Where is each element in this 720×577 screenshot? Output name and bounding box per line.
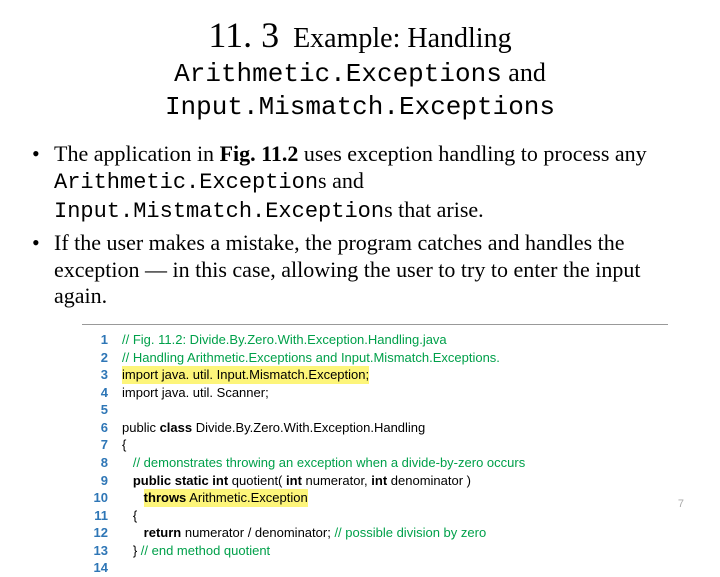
code-line: 7{ [82, 436, 668, 454]
code-line: 9 public static int quotient( int numera… [82, 472, 668, 490]
code-line: 3import java. util. Input.Mismatch.Excep… [82, 366, 668, 384]
figure-ref: Fig. 11.2 [220, 141, 299, 166]
code-line: 14 [82, 559, 668, 577]
slide-title: 11. 3 Example: Handling Arithmetic.Excep… [22, 14, 698, 123]
code-line: 8 // demonstrates throwing an exception … [82, 454, 668, 472]
title-code-line-2: Input.Mismatch.Exceptions [22, 91, 698, 124]
code-line: 13 } // end method quotient [82, 542, 668, 560]
code-line: 1// Fig. 11.2: Divide.By.Zero.With.Excep… [82, 331, 668, 349]
page-number: 7 [678, 498, 684, 510]
code-line: 4import java. util. Scanner; [82, 384, 668, 402]
code-line: 11 { [82, 507, 668, 525]
bullet-list: The application in Fig. 11.2 uses except… [30, 141, 698, 310]
code-line: 12 return numerator / denominator; // po… [82, 524, 668, 542]
code-figure: 1// Fig. 11.2: Divide.By.Zero.With.Excep… [82, 324, 668, 577]
code-line: 2// Handling Arithmetic.Exceptions and I… [82, 349, 668, 367]
bullet-1: The application in Fig. 11.2 uses except… [30, 141, 698, 225]
bullet-2: If the user makes a mistake, the program… [30, 230, 698, 310]
section-number: 11. 3 [208, 15, 279, 55]
title-code-line-1: Arithmetic.Exceptions and [22, 57, 698, 91]
code-line: 5 [82, 401, 668, 419]
code-line: 10 throws Arithmetic.Exception [82, 489, 668, 507]
code-line: 6public class Divide.By.Zero.With.Except… [82, 419, 668, 437]
heading-word: Example: Handling [293, 23, 512, 54]
title-line-1: 11. 3 Example: Handling [22, 14, 698, 57]
